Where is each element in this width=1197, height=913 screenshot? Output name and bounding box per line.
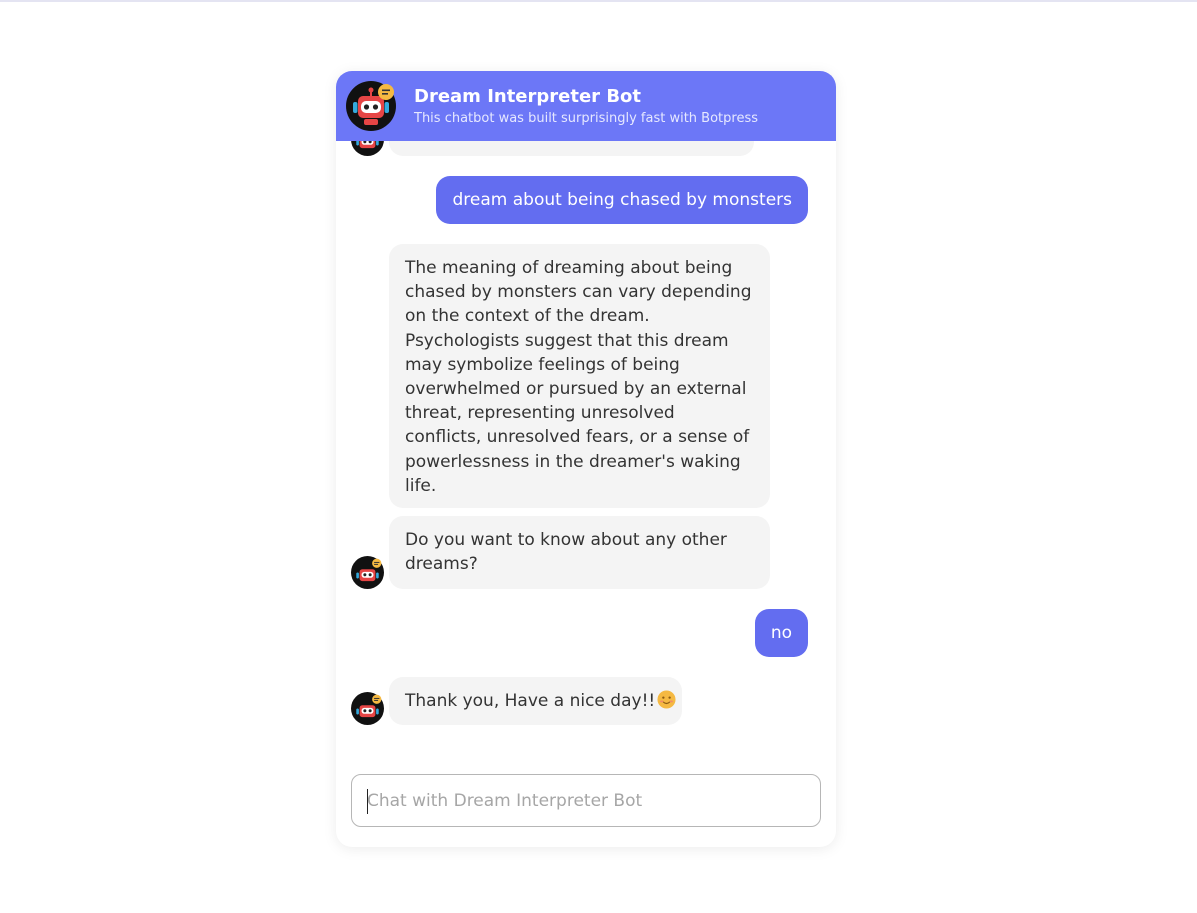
message-list[interactable]: dream about being chased by monsters The… — [336, 71, 836, 771]
smiling-face-emoji-icon — [657, 690, 676, 709]
chat-input[interactable] — [351, 774, 821, 827]
chat-widget: dream about being chased by monsters The… — [336, 71, 836, 847]
bot-message: The meaning of dreaming about being chas… — [389, 244, 770, 508]
user-message: no — [754, 609, 808, 657]
bot-avatar-icon — [351, 692, 384, 725]
user-message: dream about being chased by monsters — [436, 176, 808, 224]
bot-message-text: Thank you, Have a nice day!! — [405, 691, 656, 711]
text-caret — [367, 789, 368, 814]
chat-subtitle: This chatbot was built surprisingly fast… — [414, 111, 758, 126]
bot-avatar-icon — [351, 556, 384, 589]
chat-title: Dream Interpreter Bot — [414, 86, 642, 107]
bot-avatar-icon — [346, 81, 396, 131]
bot-message: Do you want to know about any other drea… — [389, 516, 770, 589]
bot-message: Thank you, Have a nice day!! — [389, 677, 682, 725]
chat-header: Dream Interpreter Bot This chatbot was b… — [336, 71, 836, 141]
top-divider — [0, 0, 1197, 2]
